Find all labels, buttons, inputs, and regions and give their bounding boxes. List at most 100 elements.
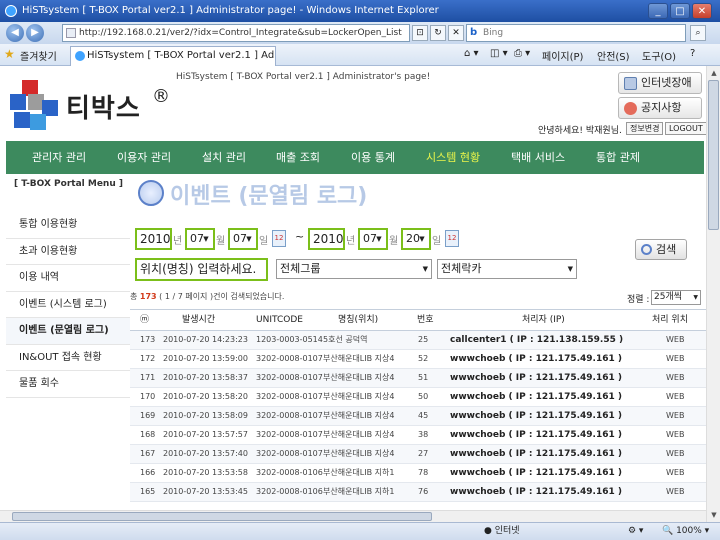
- print-icon[interactable]: ⎙ ▾: [514, 48, 530, 59]
- megaphone-icon: [624, 102, 637, 115]
- start-day-select[interactable]: 07 ▼: [228, 228, 258, 250]
- home-icon[interactable]: ⌂ ▾: [464, 48, 479, 59]
- cell-handler: wwwchoeb ( IP : 121.175.49.161 ): [450, 468, 622, 478]
- nav-integrated-control[interactable]: 통합 관제: [596, 141, 640, 174]
- sidebar: 통합 이용현황 초과 이용현황 이용 내역 이벤트 (시스템 로그) 이벤트 (…: [6, 212, 130, 398]
- cell-index: 166: [140, 468, 156, 477]
- start-month-select[interactable]: 07 ▼: [185, 228, 215, 250]
- scroll-down-icon[interactable]: ▼: [707, 508, 720, 522]
- help-icon[interactable]: ?: [690, 48, 695, 59]
- cell-index: 169: [140, 411, 156, 420]
- cell-unitcode: 3202-0008-0107: [256, 411, 323, 420]
- end-year-field[interactable]: 2010: [308, 228, 345, 250]
- ie-icon: [5, 5, 17, 17]
- cell-unitcode: 1203-0003-0514: [256, 335, 323, 344]
- sidebar-item-integrated-usage[interactable]: 통합 이용현황: [6, 212, 130, 239]
- sort-select[interactable]: 25개씩 ▼: [651, 290, 701, 305]
- horizontal-scrollbar[interactable]: [0, 510, 706, 522]
- chevron-down-icon: ▼: [567, 265, 573, 273]
- sidebar-item-inout-access[interactable]: IN&OUT 접속 현황: [6, 345, 130, 371]
- end-day-unit: 일: [432, 236, 442, 247]
- col-time: 발생시간: [182, 315, 216, 325]
- page-menu[interactable]: 페이지(P): [542, 48, 583, 63]
- search-button[interactable]: 검색: [635, 239, 687, 260]
- table-row[interactable]: 169 2010-07-20 13:58:09 3202-0008-0107 부산해운…: [130, 407, 706, 426]
- locker-select[interactable]: 전체락카 ▼: [437, 259, 577, 279]
- start-calendar-icon[interactable]: 12: [272, 230, 286, 247]
- table-row[interactable]: 168 2010-07-20 13:57:57 3202-0008-0107 부산해운…: [130, 426, 706, 445]
- favorites-star-icon: ★: [4, 47, 15, 61]
- nav-sales[interactable]: 매출 조회: [276, 141, 320, 174]
- table-row[interactable]: 165 2010-07-20 13:53:45 3202-0008-0106 부산해운…: [130, 483, 706, 502]
- horizontal-scroll-thumb[interactable]: [12, 512, 432, 521]
- search-box[interactable]: b Bing: [466, 24, 686, 42]
- end-month-select[interactable]: 07 ▼: [358, 228, 388, 250]
- maximize-button[interactable]: □: [670, 3, 690, 19]
- search-icon: [641, 244, 652, 255]
- nav-admin[interactable]: 관리자 관리: [32, 141, 86, 174]
- cell-handle-location: WEB: [666, 335, 685, 344]
- chevron-down-icon: ▼: [203, 235, 209, 243]
- table-row[interactable]: 167 2010-07-20 13:57:40 3202-0008-0107 부산해운…: [130, 445, 706, 464]
- search-icon[interactable]: ⌕: [690, 25, 706, 41]
- url-field[interactable]: http://192.168.0.21/ver2/?idx=Control_In…: [62, 24, 410, 42]
- cell-location: 부산해운대LIB 지상4: [323, 392, 395, 401]
- cell-unitcode: 3202-0008-0107: [256, 392, 323, 401]
- back-button[interactable]: ◀: [6, 24, 24, 42]
- browser-tab[interactable]: HiSTsystem [ T-BOX Portal ver2.1 ] Admin…: [70, 46, 276, 66]
- safety-menu[interactable]: 안전(S): [597, 48, 630, 63]
- window-titlebar: HiSTsystem [ T-BOX Portal ver2.1 ] Admin…: [0, 0, 720, 22]
- result-prefix: 총: [130, 292, 138, 301]
- col-location: 명칭(위치): [338, 315, 379, 325]
- nav-stats[interactable]: 이용 통계: [351, 141, 395, 174]
- favorites-label[interactable]: 즐겨찾기: [20, 48, 57, 63]
- minimize-button[interactable]: _: [648, 3, 668, 19]
- bing-icon: b: [470, 27, 478, 38]
- page-title: 이벤트 (문열림 로그): [170, 184, 368, 209]
- stop-icon[interactable]: ✕: [448, 25, 464, 41]
- refresh-icon[interactable]: ↻: [430, 25, 446, 41]
- zoom-level[interactable]: 🔍 100% ▾: [662, 523, 709, 540]
- table-row[interactable]: 171 2010-07-20 13:58:37 3202-0008-0107 부산해운…: [130, 369, 706, 388]
- notice-button[interactable]: 공지사항: [618, 97, 702, 119]
- security-zone-label: 인터넷: [494, 526, 520, 536]
- info-change-button[interactable]: 정보변경: [626, 122, 664, 135]
- sidebar-item-system-log[interactable]: 이벤트 (시스템 로그): [6, 292, 130, 318]
- tools-menu[interactable]: 도구(O): [642, 48, 676, 63]
- cell-number: 27: [418, 449, 429, 458]
- cell-location: 부산해운대LIB 지하1: [323, 487, 395, 496]
- start-year-field[interactable]: 2010: [135, 228, 172, 250]
- nav-users[interactable]: 이용자 관리: [117, 141, 171, 174]
- forward-button[interactable]: ▶: [26, 24, 44, 42]
- vertical-scrollbar[interactable]: ▲ ▼: [706, 66, 720, 522]
- table-row[interactable]: 172 2010-07-20 13:59:00 3202-0008-0107 부산해운…: [130, 350, 706, 369]
- feeds-icon[interactable]: ◫ ▾: [490, 48, 508, 59]
- cell-handle-location: WEB: [666, 487, 685, 496]
- compat-view-icon[interactable]: ⊡: [412, 25, 428, 41]
- logout-button[interactable]: LOGOUT: [665, 122, 706, 135]
- protected-mode-icon[interactable]: ⚙ ▾: [628, 523, 643, 540]
- close-button[interactable]: ✕: [692, 3, 712, 19]
- nav-install[interactable]: 설치 관리: [202, 141, 246, 174]
- end-calendar-icon[interactable]: 12: [445, 230, 459, 247]
- sidebar-item-door-open-log[interactable]: 이벤트 (문열림 로그): [6, 318, 130, 345]
- nav-delivery[interactable]: 택배 서비스: [511, 141, 565, 174]
- col-handle-location: 처리 위치: [652, 315, 688, 325]
- table-row[interactable]: 170 2010-07-20 13:58:20 3202-0008-0107 부산해운…: [130, 388, 706, 407]
- location-input[interactable]: 위치(명칭) 입력하세요.: [135, 258, 268, 281]
- internet-outage-button[interactable]: 인터넷장애: [618, 72, 702, 94]
- table-row[interactable]: 166 2010-07-20 13:53:58 3202-0008-0106 부산해운…: [130, 464, 706, 483]
- vertical-scroll-thumb[interactable]: [708, 80, 719, 230]
- group-select[interactable]: 전체그룹 ▼: [276, 259, 432, 279]
- nav-system-status[interactable]: 시스템 현황: [426, 141, 480, 174]
- sidebar-item-usage-history[interactable]: 이용 내역: [6, 265, 130, 292]
- chevron-down-icon: ▼: [376, 235, 382, 243]
- table-row[interactable]: 173 2010-07-20 14:23:23 1203-0003-0514 5호선 …: [130, 331, 706, 350]
- scroll-up-icon[interactable]: ▲: [707, 66, 720, 80]
- cell-handle-location: WEB: [666, 449, 685, 458]
- result-page-info: ( 1 / 7 페이지 )건이 검색되었습니다.: [159, 292, 285, 301]
- sidebar-item-overtime-usage[interactable]: 초과 이용현황: [6, 239, 130, 265]
- site-title: HiSTsystem [ T-BOX Portal ver2.1 ] Admin…: [176, 72, 431, 82]
- end-day-select[interactable]: 20 ▼: [401, 228, 431, 250]
- sidebar-item-item-retrieval[interactable]: 물품 회수: [6, 371, 130, 398]
